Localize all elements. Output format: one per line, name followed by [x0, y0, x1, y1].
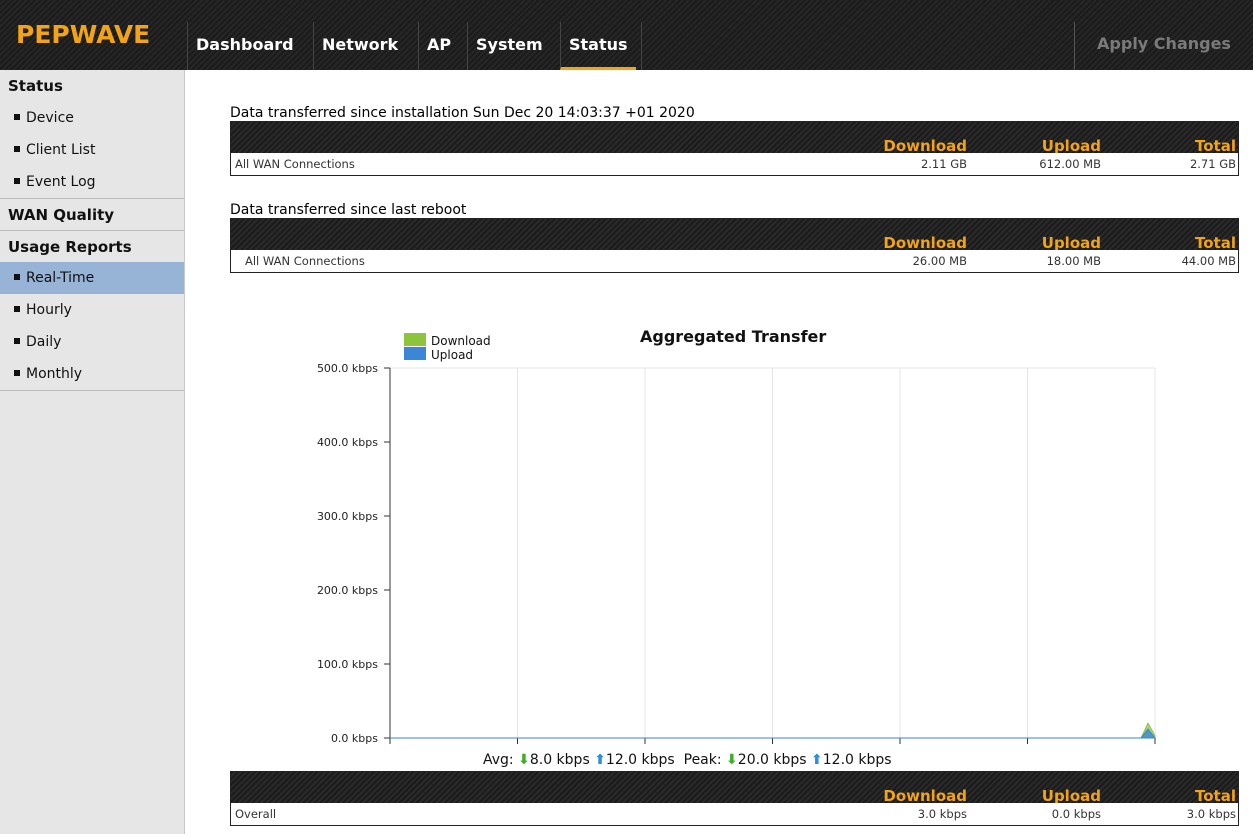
table-row: All WAN Connections 26.00 MB 18.00 MB 44… — [231, 250, 1238, 272]
sidebar: Status Device Client List Event Log WAN … — [0, 70, 185, 834]
upload-value: 612.00 MB — [1039, 157, 1101, 171]
table-header: Download Upload Total — [231, 122, 1238, 155]
avg-label: Avg: — [483, 752, 514, 768]
total-value: 44.00 MB — [1181, 254, 1236, 268]
download-value: 2.11 GB — [920, 157, 967, 171]
table-row: All WAN Connections 2.11 GB 612.00 MB 2.… — [231, 153, 1238, 175]
install-usage-title: Data transferred since installation Sun … — [230, 105, 695, 121]
sidebar-item-daily[interactable]: Daily — [0, 326, 184, 358]
tab-ap[interactable]: AP — [418, 22, 459, 70]
sidebar-heading-usage-reports[interactable]: Usage Reports — [0, 230, 184, 262]
row-label: All WAN Connections — [235, 157, 355, 171]
row-label: Overall — [235, 807, 277, 821]
install-usage-table: Download Upload Total All WAN Connection… — [230, 121, 1239, 176]
bullet-icon — [14, 274, 20, 280]
table-header: Download Upload Total — [231, 772, 1238, 805]
upload-value: 0.0 kbps — [1051, 807, 1101, 821]
apply-changes-button[interactable]: Apply Changes — [1074, 22, 1253, 70]
bullet-icon — [14, 306, 20, 312]
tab-status[interactable]: Status — [560, 22, 636, 70]
sidebar-item-event-log[interactable]: Event Log — [0, 166, 184, 198]
row-label: All WAN Connections — [245, 254, 365, 268]
avg-upload-value: 12.0 kbps — [605, 752, 675, 768]
y-tick-label: 400.0 kbps — [317, 436, 378, 449]
total-value: 3.0 kbps — [1186, 807, 1236, 821]
download-value: 3.0 kbps — [917, 807, 967, 821]
legend-download-swatch — [404, 333, 426, 346]
y-tick-label: 300.0 kbps — [317, 510, 378, 523]
reboot-usage-table: Download Upload Total All WAN Connection… — [230, 218, 1239, 273]
table-row: Overall 3.0 kbps 0.0 kbps 3.0 kbps — [231, 803, 1238, 825]
tab-system[interactable]: System — [467, 22, 551, 70]
y-tick-label: 500.0 kbps — [317, 362, 378, 375]
peak-label: Peak: — [683, 752, 722, 768]
sidebar-item-monthly[interactable]: Monthly — [0, 358, 184, 390]
aggregated-transfer-chart: 0.0 kbps 100.0 kbps 200.0 kbps 300.0 kbps 40… — [317, 362, 1157, 745]
peak-upload-value: 12.0 kbps — [822, 752, 892, 768]
reboot-usage-title: Data transferred since last reboot — [230, 202, 467, 218]
chart-title: Aggregated Transfer — [640, 327, 827, 346]
sidebar-item-client-list[interactable]: Client List — [0, 134, 184, 166]
pepwave-logo[interactable]: PEPWAVE — [16, 20, 150, 49]
sidebar-item-hourly[interactable]: Hourly — [0, 294, 184, 326]
sidebar-heading-wan-quality[interactable]: WAN Quality — [0, 198, 184, 230]
tab-dashboard[interactable]: Dashboard — [187, 22, 302, 70]
avg-download-value: 8.0 kbps — [529, 752, 590, 768]
y-tick-label: 100.0 kbps — [317, 658, 378, 671]
tab-network[interactable]: Network — [313, 22, 406, 70]
total-value: 2.71 GB — [1189, 157, 1236, 171]
download-arrow-icon: ⬇ — [726, 752, 738, 768]
peak-download-value: 20.0 kbps — [737, 752, 807, 768]
sidebar-heading-status[interactable]: Status — [0, 70, 184, 102]
legend-download-label: Download — [431, 334, 491, 348]
y-tick-label: 200.0 kbps — [317, 584, 378, 597]
download-arrow-icon: ⬇ — [518, 752, 530, 768]
upload-arrow-icon: ⬆ — [594, 752, 606, 768]
sidebar-item-real-time[interactable]: Real-Time — [0, 262, 184, 294]
bullet-icon — [14, 338, 20, 344]
sidebar-item-device[interactable]: Device — [0, 102, 184, 134]
download-value: 26.00 MB — [912, 254, 967, 268]
table-header: Download Upload Total — [231, 219, 1238, 252]
upload-arrow-icon: ⬆ — [811, 752, 823, 768]
overall-rate-table: Download Upload Total Overall 3.0 kbps 0… — [230, 771, 1239, 826]
upload-value: 18.00 MB — [1046, 254, 1101, 268]
tab-divider — [641, 22, 642, 70]
y-tick-label: 0.0 kbps — [331, 732, 378, 745]
bullet-icon — [14, 114, 20, 120]
top-navigation-bar: PEPWAVE Dashboard Network AP System Stat… — [0, 0, 1253, 70]
sidebar-divider — [0, 390, 184, 391]
bullet-icon — [14, 178, 20, 184]
transfer-summary: Avg: ⬇8.0 kbps ⬆12.0 kbps Peak: ⬇20.0 kb… — [483, 752, 892, 768]
bullet-icon — [14, 146, 20, 152]
bullet-icon — [14, 370, 20, 376]
